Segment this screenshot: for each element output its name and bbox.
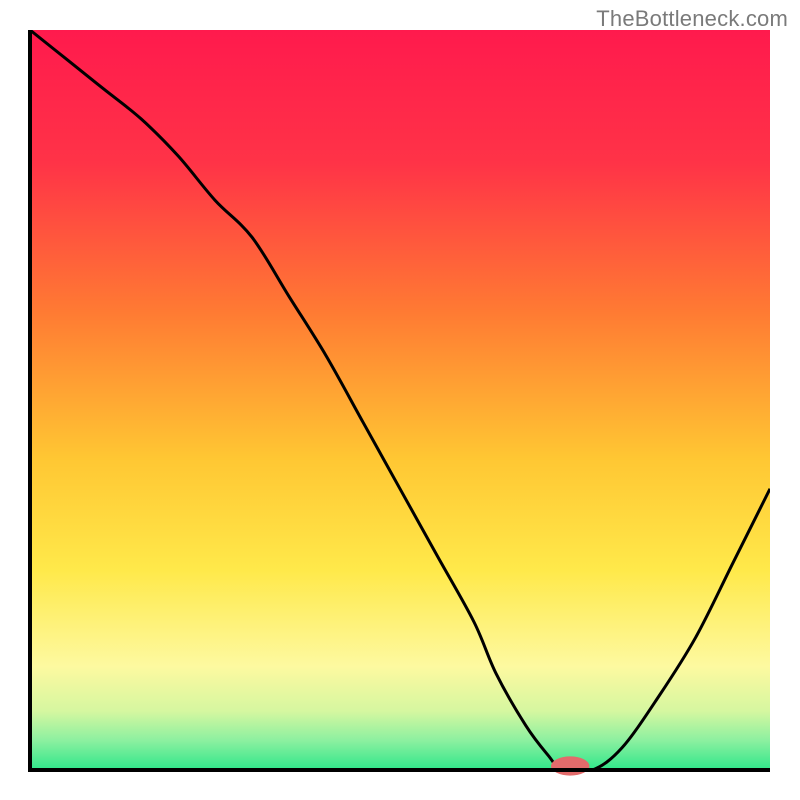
chart-container: TheBottleneck.com [0, 0, 800, 800]
watermark-label: TheBottleneck.com [596, 6, 788, 32]
optimal-marker [551, 756, 589, 775]
plot-background [30, 30, 770, 770]
chart-svg [0, 0, 800, 800]
